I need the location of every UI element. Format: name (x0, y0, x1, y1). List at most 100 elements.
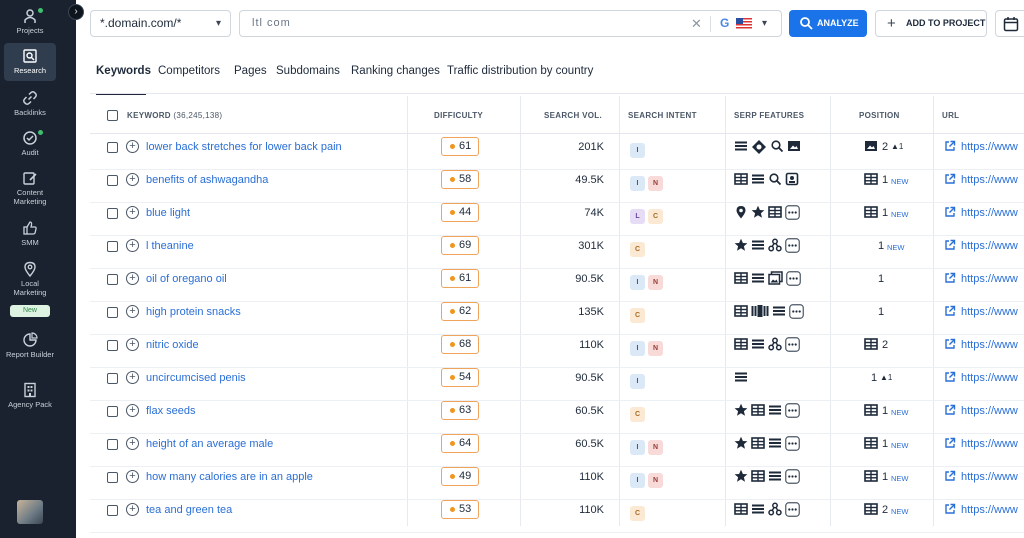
row-checkbox[interactable] (107, 472, 118, 483)
more-icon[interactable] (785, 436, 800, 451)
sidebar-item-report-builder[interactable]: Report Builder (4, 332, 56, 359)
keyword-link[interactable]: l theanine (146, 236, 194, 256)
row-checkbox[interactable] (107, 142, 118, 153)
keyword-link[interactable]: tea and green tea (146, 500, 232, 520)
url-link[interactable]: https://www (961, 203, 1018, 223)
keyword-link[interactable]: oil of oregano oil (146, 269, 227, 289)
clear-icon[interactable]: ✕ (691, 11, 702, 36)
url-link[interactable]: https://www (961, 236, 1018, 256)
tab-keywords[interactable]: Keywords (96, 65, 151, 77)
tab-subdomains[interactable]: Subdomains (276, 65, 340, 77)
tab-ranking-changes[interactable]: Ranking changes (351, 65, 440, 77)
row-checkbox[interactable] (107, 439, 118, 450)
row-checkbox[interactable] (107, 505, 118, 516)
url-link[interactable]: https://www (961, 467, 1018, 487)
row-checkbox[interactable] (107, 241, 118, 252)
keyword-link[interactable]: nitric oxide (146, 335, 199, 355)
sidebar-item-smm[interactable]: SMM (4, 220, 56, 247)
add-keyword-icon[interactable]: + (126, 470, 139, 483)
external-link-icon[interactable] (944, 206, 956, 218)
keyword-link[interactable]: blue light (146, 203, 190, 223)
keyword-link[interactable]: benefits of ashwagandha (146, 170, 268, 190)
url-link[interactable]: https://www (961, 302, 1018, 322)
tab-competitors[interactable]: Competitors (158, 65, 220, 77)
more-icon[interactable] (785, 502, 800, 517)
row-checkbox[interactable] (107, 307, 118, 318)
row-checkbox[interactable] (107, 373, 118, 384)
url-link[interactable]: https://www (961, 500, 1018, 520)
calendar-button[interactable] (995, 10, 1024, 37)
add-keyword-icon[interactable]: + (126, 305, 139, 318)
add-keyword-icon[interactable]: + (126, 272, 139, 285)
row-checkbox[interactable] (107, 208, 118, 219)
header-keyword[interactable]: KEYWORD (36,245,138) (127, 96, 222, 134)
external-link-icon[interactable] (944, 173, 956, 185)
external-link-icon[interactable] (944, 140, 956, 152)
keyword-link[interactable]: uncircumcised penis (146, 368, 246, 388)
sidebar-item-content-marketing[interactable]: Content Marketing (4, 170, 56, 206)
external-link-icon[interactable] (944, 338, 956, 350)
external-link-icon[interactable] (944, 371, 956, 383)
external-link-icon[interactable] (944, 503, 956, 515)
row-checkbox[interactable] (107, 274, 118, 285)
add-to-project-button[interactable]: + ADD TO PROJECT (875, 10, 987, 37)
more-icon[interactable] (786, 271, 801, 286)
domain-search-input[interactable]: ltl com ✕ G ▾ (239, 10, 782, 37)
header-search-volume[interactable]: SEARCH VOL. (544, 96, 602, 134)
keyword-link[interactable]: flax seeds (146, 401, 196, 421)
keyword-link[interactable]: lower back stretches for lower back pain (146, 137, 342, 157)
url-link[interactable]: https://www (961, 434, 1018, 454)
url-link[interactable]: https://www (961, 401, 1018, 421)
add-keyword-icon[interactable]: + (126, 338, 139, 351)
row-checkbox[interactable] (107, 340, 118, 351)
more-icon[interactable] (789, 304, 804, 319)
header-position[interactable]: POSITION (859, 96, 900, 134)
add-keyword-icon[interactable]: + (126, 173, 139, 186)
keyword-link[interactable]: how many calories are in an apple (146, 467, 313, 487)
keyword-link[interactable]: height of an average male (146, 434, 273, 454)
url-link[interactable]: https://www (961, 269, 1018, 289)
url-link[interactable]: https://www (961, 368, 1018, 388)
add-keyword-icon[interactable]: + (126, 239, 139, 252)
add-keyword-icon[interactable]: + (126, 371, 139, 384)
add-keyword-icon[interactable]: + (126, 140, 139, 153)
header-serp-features[interactable]: SERP FEATURES (734, 96, 804, 134)
add-keyword-icon[interactable]: + (126, 503, 139, 516)
more-icon[interactable] (785, 238, 800, 253)
avatar[interactable] (17, 500, 43, 524)
sidebar-item-local-marketing[interactable]: Local Marketing (4, 261, 56, 297)
header-search-intent[interactable]: SEARCH INTENT (628, 96, 697, 134)
tab-pages[interactable]: Pages (234, 65, 267, 77)
external-link-icon[interactable] (944, 470, 956, 482)
header-difficulty[interactable]: DIFFICULTY (434, 96, 483, 134)
add-keyword-icon[interactable]: + (126, 206, 139, 219)
external-link-icon[interactable] (944, 272, 956, 284)
row-checkbox[interactable] (107, 175, 118, 186)
sidebar-item-projects[interactable]: Projects (4, 8, 56, 35)
add-keyword-icon[interactable]: + (126, 404, 139, 417)
sidebar-item-backlinks[interactable]: Backlinks (4, 90, 56, 117)
add-keyword-icon[interactable]: + (126, 437, 139, 450)
more-icon[interactable] (785, 337, 800, 352)
url-link[interactable]: https://www (961, 170, 1018, 190)
keyword-link[interactable]: high protein snacks (146, 302, 241, 322)
more-icon[interactable] (785, 469, 800, 484)
sidebar-item-audit[interactable]: Audit (4, 130, 56, 157)
external-link-icon[interactable] (944, 404, 956, 416)
sidebar-item-research[interactable]: Research (4, 43, 56, 81)
select-all-checkbox[interactable] (107, 110, 118, 121)
domain-mode-select[interactable]: *.domain.com/* ▾ (90, 10, 231, 37)
more-icon[interactable] (785, 205, 800, 220)
sidebar-item-agency-pack[interactable]: Agency Pack (4, 382, 56, 409)
chevron-down-icon[interactable]: ▾ (762, 11, 767, 36)
more-icon[interactable] (785, 403, 800, 418)
external-link-icon[interactable] (944, 239, 956, 251)
tab-traffic-distribution[interactable]: Traffic distribution by country (447, 65, 593, 77)
url-link[interactable]: https://www (961, 335, 1018, 355)
row-checkbox[interactable] (107, 406, 118, 417)
url-link[interactable]: https://www (961, 137, 1018, 157)
external-link-icon[interactable] (944, 437, 956, 449)
header-url[interactable]: URL (942, 96, 959, 134)
analyze-button[interactable]: ANALYZE (789, 10, 867, 37)
external-link-icon[interactable] (944, 305, 956, 317)
